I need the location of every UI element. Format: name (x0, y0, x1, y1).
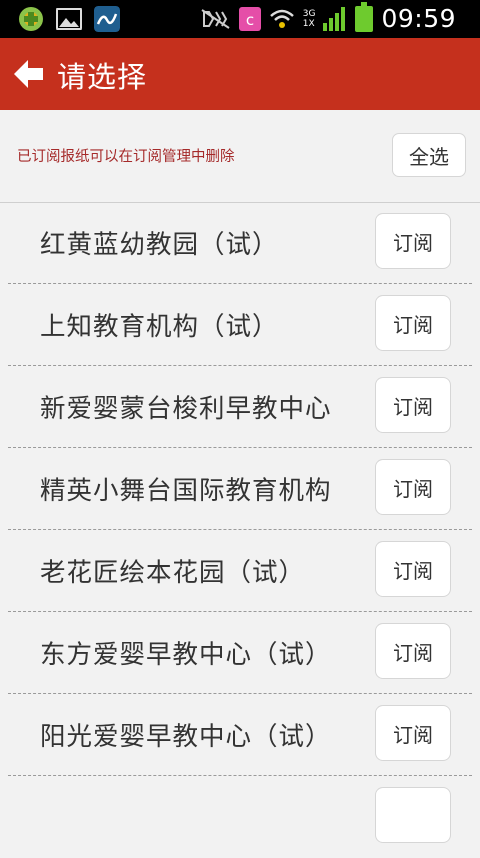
list-item: 上知教育机构（试） 订阅 (0, 284, 480, 366)
select-all-button[interactable]: 全选 (392, 133, 466, 177)
c-app-icon: c (238, 6, 261, 31)
app-icon (19, 7, 43, 31)
image-icon (56, 8, 82, 30)
mute-icon (201, 8, 230, 29)
wave-app-icon (94, 6, 120, 32)
item-name: 阳光爱婴早教中心（试） (40, 722, 332, 752)
list-item: 老花匠绘本花园（试） 订阅 (0, 530, 480, 612)
list-item: 精英小舞台国际教育机构 订阅 (0, 448, 480, 530)
title-bar: 请选择 (0, 38, 480, 110)
battery-icon (355, 1, 374, 32)
network-type: 3G 1X (303, 9, 316, 29)
subscribe-button[interactable]: 订阅 (375, 295, 451, 351)
network-label-3g: 3G (302, 8, 316, 19)
back-arrow-icon (14, 60, 43, 88)
list-item (0, 776, 480, 858)
notice-text: 已订阅报纸可以在订阅管理中删除 (17, 149, 235, 165)
newspaper-list: 红黄蓝幼教园（试） 订阅 上知教育机构（试） 订阅 新爱婴蒙台梭利早教中心 订阅… (0, 202, 480, 858)
list-item: 阳光爱婴早教中心（试） 订阅 (0, 694, 480, 776)
page-title: 请选择 (57, 60, 148, 94)
network-label-1x: 1X (302, 18, 315, 29)
signal-icon (323, 6, 346, 31)
item-name: 精英小舞台国际教育机构 (40, 476, 332, 506)
subscribe-button[interactable] (375, 787, 451, 843)
subscribe-button[interactable]: 订阅 (375, 213, 451, 269)
list-item: 红黄蓝幼教园（试） 订阅 (0, 202, 480, 284)
wifi-icon (269, 9, 294, 28)
svg-text:c: c (246, 11, 254, 29)
item-name: 老花匠绘本花园（试） (40, 558, 306, 588)
subscribe-button[interactable]: 订阅 (375, 623, 451, 679)
list-item: 东方爱婴早教中心（试） 订阅 (0, 612, 480, 694)
item-name: 东方爱婴早教中心（试） (40, 640, 332, 670)
subscribe-button[interactable]: 订阅 (375, 377, 451, 433)
clock: 09:59 (381, 4, 456, 33)
item-name: 上知教育机构（试） (40, 312, 279, 342)
subscribe-button[interactable]: 订阅 (375, 541, 451, 597)
subscribe-button[interactable]: 订阅 (375, 459, 451, 515)
list-item: 新爱婴蒙台梭利早教中心 订阅 (0, 366, 480, 448)
system-icons: c 3G 1X 09:59 (201, 1, 456, 33)
status-bar: c 3G 1X 09:59 (0, 0, 480, 38)
subscribe-button[interactable]: 订阅 (375, 705, 451, 761)
item-name: 新爱婴蒙台梭利早教中心 (40, 394, 332, 424)
notification-icons (18, 6, 120, 32)
item-name: 红黄蓝幼教园（试） (40, 230, 279, 260)
back-button[interactable] (12, 56, 48, 92)
